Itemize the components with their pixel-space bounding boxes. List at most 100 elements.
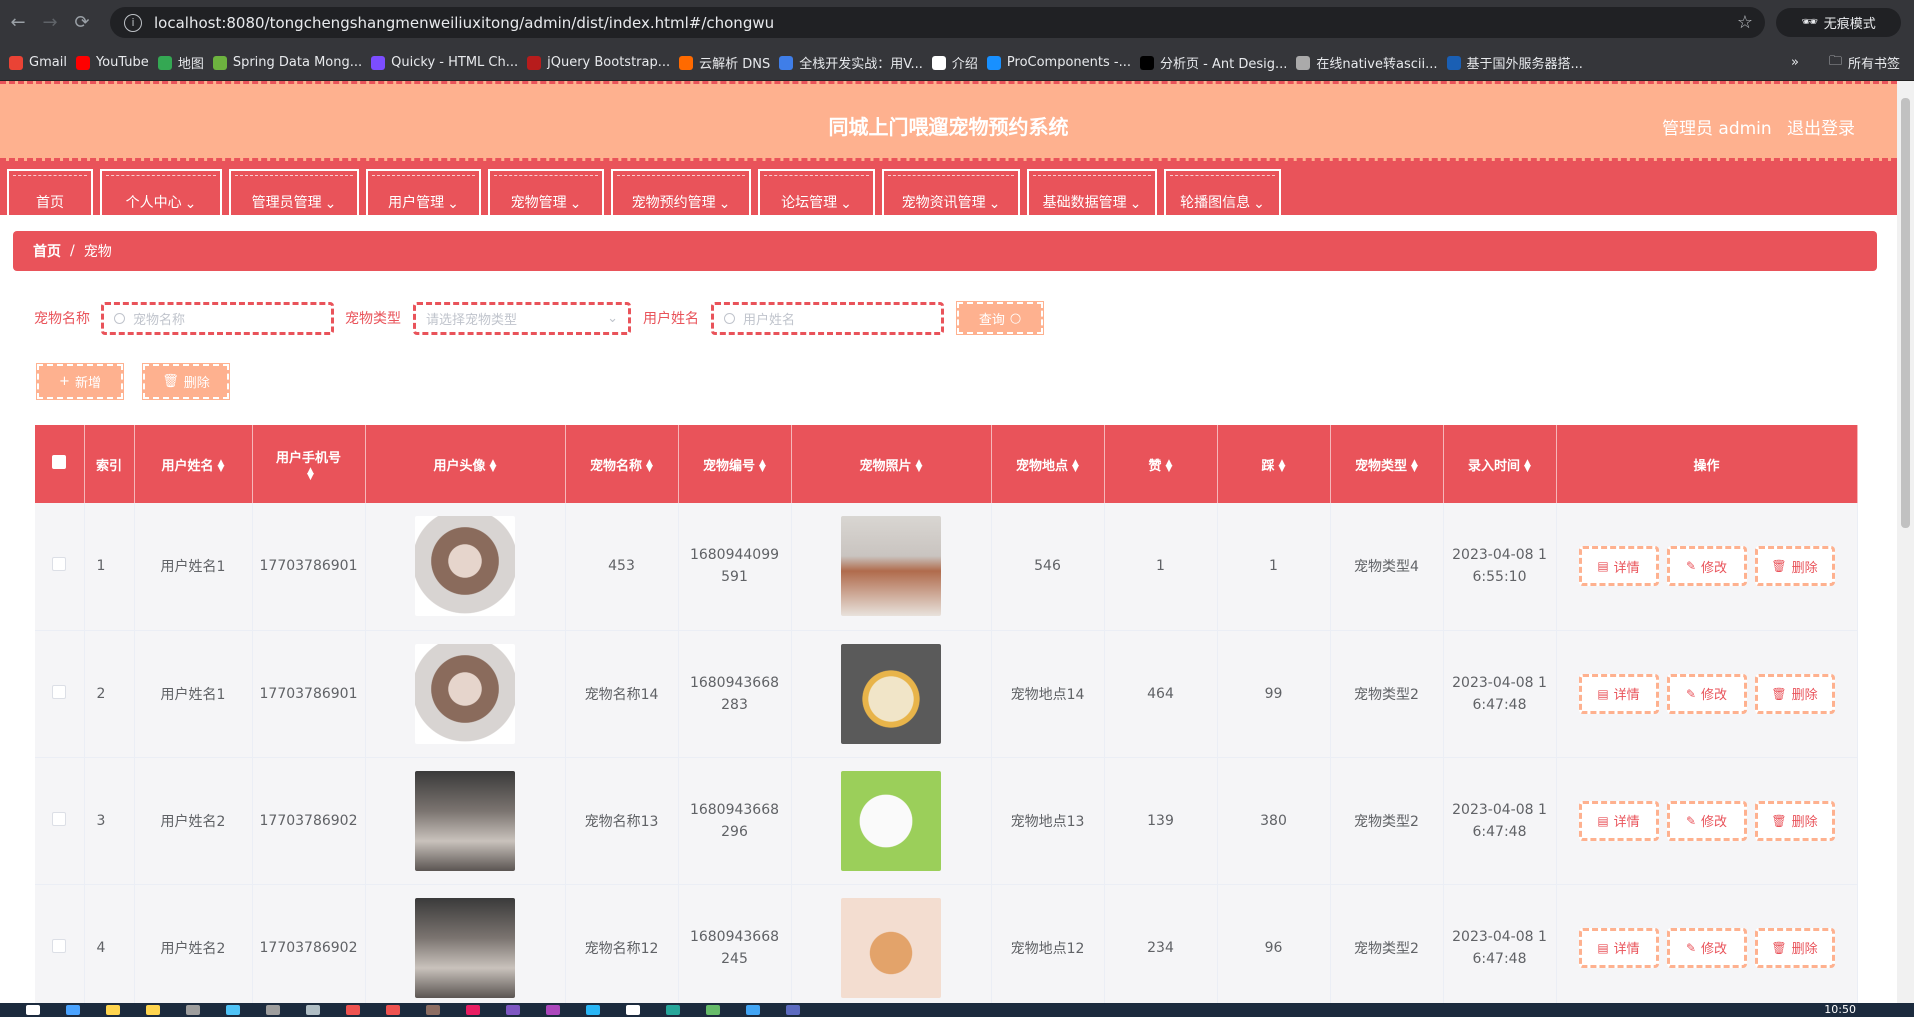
sort-icon[interactable]: ▲ ▼: [1279, 459, 1286, 474]
column-header[interactable]: 宠物编号 ▲ ▼: [678, 425, 792, 503]
query-button[interactable]: 查询 ○: [956, 301, 1044, 335]
taskbar-app-icon[interactable]: [306, 1005, 320, 1015]
bookmark-item[interactable]: 基于国外服务器搭...: [1446, 53, 1583, 72]
detail-button[interactable]: ▤ 详情: [1578, 927, 1659, 968]
detail-button[interactable]: ▤ 详情: [1578, 673, 1659, 714]
taskbar-app-icon[interactable]: [426, 1005, 440, 1015]
taskbar-app-icon[interactable]: [626, 1005, 640, 1015]
sort-icon[interactable]: ▲ ▼: [1411, 459, 1418, 474]
menu-item[interactable]: 轮播图信息 ⌄: [1164, 169, 1281, 218]
taskbar-app-icon[interactable]: [186, 1005, 200, 1015]
taskbar-app-icon[interactable]: [386, 1005, 400, 1015]
edit-button[interactable]: ✎ 修改: [1666, 673, 1747, 714]
scrollbar-thumb[interactable]: [1901, 98, 1910, 528]
taskbar-app-icon[interactable]: [586, 1005, 600, 1015]
taskbar-app-icon[interactable]: [506, 1005, 520, 1015]
bookmark-item[interactable]: 在线native转ascii...: [1296, 53, 1438, 72]
pet-name-input[interactable]: 宠物名称: [101, 301, 334, 335]
taskbar-app-icon[interactable]: [146, 1005, 160, 1015]
row-checkbox[interactable]: [52, 938, 67, 953]
delete-button[interactable]: 🗑 删除: [1754, 927, 1835, 968]
reload-icon[interactable]: ⟳: [68, 9, 96, 37]
delete-button[interactable]: 🗑 删除: [1754, 800, 1835, 841]
incognito-indicator[interactable]: 🕶 无痕模式: [1776, 8, 1901, 37]
column-header[interactable]: 用户姓名 ▲ ▼: [134, 425, 253, 503]
menu-item[interactable]: 论坛管理 ⌄: [758, 169, 875, 218]
taskbar-app-icon[interactable]: [66, 1005, 80, 1015]
back-icon[interactable]: ←: [4, 9, 32, 37]
bookmark-item[interactable]: Quicky - HTML Ch...: [371, 55, 518, 70]
taskbar-app-icon[interactable]: [746, 1005, 760, 1015]
forward-icon[interactable]: →: [36, 9, 64, 37]
column-header[interactable]: 用户手机号 ▲ ▼: [252, 425, 366, 503]
column-header[interactable]: 宠物地点 ▲ ▼: [991, 425, 1105, 503]
taskbar-app-icon[interactable]: [226, 1005, 240, 1015]
column-header[interactable]: 宠物名称 ▲ ▼: [565, 425, 679, 503]
bookmark-star-icon[interactable]: ☆: [1737, 12, 1753, 33]
bookmark-item[interactable]: 分析页 - Ant Desig...: [1140, 53, 1287, 72]
menu-item[interactable]: 用户管理 ⌄: [366, 169, 481, 218]
edit-button[interactable]: ✎ 修改: [1666, 927, 1747, 968]
page-scrollbar[interactable]: [1897, 81, 1914, 1003]
bookmark-item[interactable]: 全栈开发实战：用V...: [779, 53, 923, 72]
all-bookmarks[interactable]: » 🗀 所有书签: [1791, 52, 1900, 74]
bookmark-item[interactable]: Spring Data Mong...: [212, 55, 362, 70]
menu-item[interactable]: 宠物资讯管理 ⌄: [882, 169, 1020, 218]
sort-icon[interactable]: ▲ ▼: [1166, 459, 1173, 474]
taskbar-app-icon[interactable]: [346, 1005, 360, 1015]
row-checkbox[interactable]: [52, 811, 67, 826]
add-button[interactable]: + 新增: [36, 363, 124, 400]
sort-icon[interactable]: ▲ ▼: [759, 459, 766, 474]
menu-item[interactable]: 管理员管理 ⌄: [229, 169, 359, 218]
column-header[interactable]: 宠物类型 ▲ ▼: [1330, 425, 1444, 503]
more-bookmarks-icon[interactable]: »: [1791, 55, 1799, 70]
column-header[interactable]: 踩 ▲ ▼: [1217, 425, 1331, 503]
batch-delete-button[interactable]: 🗑 删除: [142, 363, 230, 400]
sort-icon[interactable]: ▲ ▼: [218, 459, 225, 474]
menu-item[interactable]: 首页: [7, 169, 93, 218]
pet-type-select[interactable]: 请选择宠物类型 ⌄: [413, 301, 631, 335]
bookmark-item[interactable]: 云解析 DNS: [679, 53, 770, 72]
detail-button[interactable]: ▤ 详情: [1578, 800, 1659, 841]
sort-icon[interactable]: ▲ ▼: [1524, 459, 1531, 474]
select-all-checkbox[interactable]: [52, 455, 67, 469]
menu-item[interactable]: 宠物预约管理 ⌄: [611, 169, 751, 218]
detail-button[interactable]: ▤ 详情: [1578, 546, 1659, 587]
column-header[interactable]: 录入时间 ▲ ▼: [1443, 425, 1557, 503]
row-checkbox[interactable]: [52, 557, 67, 572]
delete-button[interactable]: 🗑 删除: [1754, 546, 1835, 587]
taskbar-app-icon[interactable]: [26, 1005, 40, 1015]
taskbar-app-icon[interactable]: [466, 1005, 480, 1015]
site-info-icon[interactable]: i: [124, 13, 142, 32]
taskbar-app-icon[interactable]: [106, 1005, 120, 1015]
taskbar-app-icon[interactable]: [266, 1005, 280, 1015]
bookmark-item[interactable]: jQuery Bootstrap...: [527, 55, 670, 70]
taskbar-app-icon[interactable]: [706, 1005, 720, 1015]
sort-icon[interactable]: ▲ ▼: [646, 459, 653, 474]
menu-item[interactable]: 个人中心 ⌄: [100, 169, 222, 218]
column-header[interactable]: 宠物照片 ▲ ▼: [791, 425, 992, 503]
bookmark-item[interactable]: Gmail: [9, 55, 67, 70]
row-checkbox[interactable]: [52, 684, 67, 699]
breadcrumb-home[interactable]: 首页: [33, 241, 61, 261]
bookmark-item[interactable]: 介绍: [931, 53, 978, 72]
sort-icon[interactable]: ▲ ▼: [307, 466, 314, 481]
taskbar-app-icon[interactable]: [666, 1005, 680, 1015]
sort-icon[interactable]: ▲ ▼: [916, 459, 923, 474]
edit-button[interactable]: ✎ 修改: [1666, 800, 1747, 841]
menu-item[interactable]: 基础数据管理 ⌄: [1027, 169, 1157, 218]
column-header[interactable]: 赞 ▲ ▼: [1104, 425, 1218, 503]
column-header[interactable]: 用户头像 ▲ ▼: [365, 425, 566, 503]
taskbar-app-icon[interactable]: [546, 1005, 560, 1015]
bookmark-item[interactable]: 地图: [157, 53, 204, 72]
taskbar-app-icon[interactable]: [786, 1005, 800, 1015]
edit-button[interactable]: ✎ 修改: [1666, 546, 1747, 587]
bookmark-item[interactable]: ProComponents -...: [986, 55, 1131, 70]
logout-link[interactable]: 退出登录: [1787, 114, 1855, 139]
address-bar[interactable]: i localhost:8080/tongchengshangmenweiliu…: [110, 7, 1765, 38]
bookmark-item[interactable]: YouTube: [75, 55, 149, 70]
sort-icon[interactable]: ▲ ▼: [1072, 459, 1079, 474]
menu-item[interactable]: 宠物管理 ⌄: [488, 169, 604, 218]
user-name-input[interactable]: 用户姓名: [711, 301, 944, 335]
delete-button[interactable]: 🗑 删除: [1754, 673, 1835, 714]
